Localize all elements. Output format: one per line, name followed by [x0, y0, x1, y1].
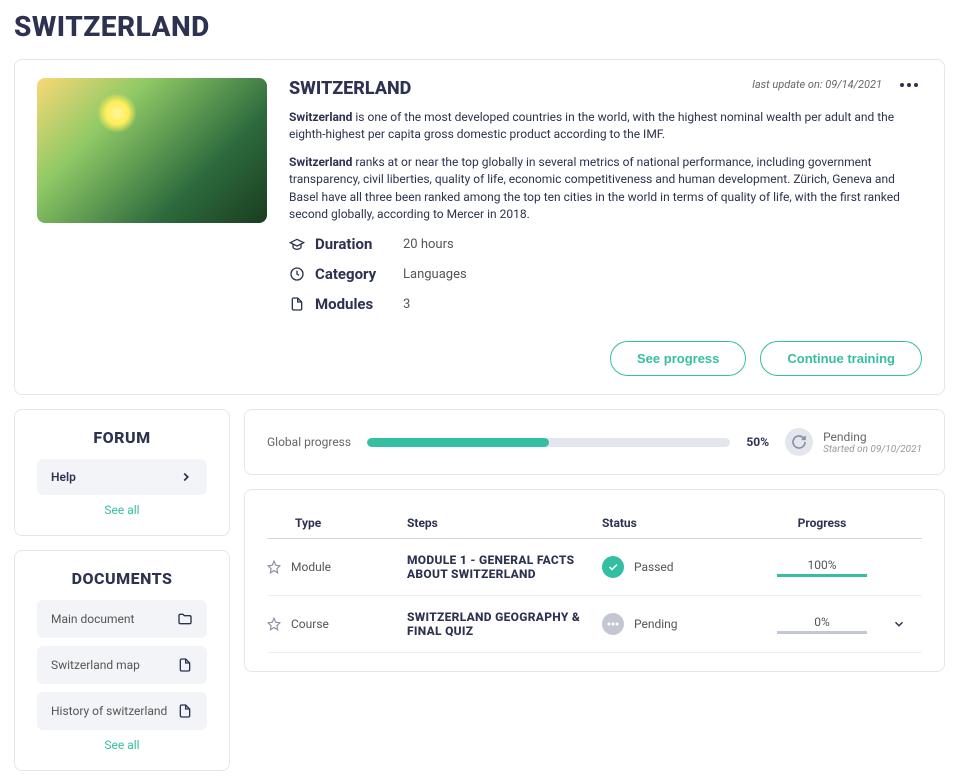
document-item[interactable]: Main document — [37, 600, 207, 638]
global-progress-label: Global progress — [267, 435, 351, 449]
star-icon[interactable] — [267, 560, 281, 574]
category-value: Languages — [403, 267, 467, 282]
col-type: Type — [267, 516, 407, 530]
documents-panel: DOCUMENTS Main document Switzerland map Hi… — [14, 550, 230, 771]
document-item[interactable]: History of switzerland — [37, 692, 207, 730]
file-icon — [289, 296, 305, 312]
row-progress-value: 100% — [807, 558, 836, 572]
col-steps: Steps — [407, 516, 602, 530]
category-label: Category — [315, 265, 393, 283]
forum-item-help[interactable]: Help — [37, 459, 207, 495]
folder-icon — [177, 611, 193, 627]
see-progress-button[interactable]: See progress — [610, 341, 746, 376]
status-badge — [602, 556, 624, 578]
document-label: Switzerland map — [51, 658, 140, 672]
forum-item-label: Help — [51, 470, 76, 484]
refresh-icon — [785, 428, 813, 456]
col-progress: Progress — [752, 516, 892, 530]
graduation-icon — [289, 236, 305, 252]
row-step: MODULE 1 - GENERAL FACTS ABOUT SWITZERLA… — [407, 553, 602, 581]
duration-value: 20 hours — [403, 237, 454, 252]
row-progress-bar — [777, 631, 867, 634]
row-progress-value: 0% — [814, 615, 830, 629]
document-item[interactable]: Switzerland map — [37, 646, 207, 684]
hero-description-2: Switzerland ranks at or near the top glo… — [289, 154, 922, 224]
expand-button[interactable] — [892, 617, 922, 631]
global-started: Started on 09/10/2021 — [823, 444, 922, 455]
col-status: Status — [602, 516, 752, 530]
global-progress-pct: 50% — [746, 435, 769, 449]
hero-title: SWITZERLAND — [289, 78, 411, 99]
modules-label: Modules — [315, 295, 393, 313]
forum-panel: FORUM Help See all — [14, 409, 230, 536]
star-icon[interactable] — [267, 617, 281, 631]
status-badge — [602, 613, 624, 635]
row-status: Passed — [634, 560, 674, 574]
hero-card: SWITZERLAND last update on: 09/14/2021 S… — [14, 59, 945, 395]
forum-title: FORUM — [37, 428, 207, 447]
table-row: Module MODULE 1 - GENERAL FACTS ABOUT SWI… — [267, 539, 922, 596]
row-status: Pending — [634, 617, 678, 631]
last-update: last update on: 09/14/2021 — [752, 78, 882, 91]
duration-label: Duration — [315, 235, 393, 253]
documents-title: DOCUMENTS — [37, 569, 207, 588]
document-label: History of switzerland — [51, 704, 167, 718]
global-progress-card: Global progress 50% Pending Started on 0… — [244, 409, 945, 475]
file-icon — [177, 703, 193, 719]
continue-training-button[interactable]: Continue training — [760, 341, 922, 376]
forum-see-all[interactable]: See all — [37, 503, 207, 517]
page-title: SWITZERLAND — [14, 10, 945, 43]
more-menu-button[interactable] — [896, 79, 922, 91]
row-type: Module — [291, 560, 331, 574]
document-label: Main document — [51, 612, 134, 626]
global-status: Pending — [823, 430, 922, 444]
modules-table-card: Type Steps Status Progress Module MODULE … — [244, 489, 945, 672]
row-progress-bar — [777, 574, 867, 577]
documents-see-all[interactable]: See all — [37, 738, 207, 752]
global-progress-fill — [367, 438, 549, 447]
row-type: Course — [291, 617, 329, 631]
hero-description-1: Switzerland is one of the most developed… — [289, 109, 922, 144]
table-row: Course SWITZERLAND GEOGRAPHY & FINAL QUIZ… — [267, 596, 922, 653]
hero-image — [37, 78, 267, 223]
file-icon — [177, 657, 193, 673]
row-step: SWITZERLAND GEOGRAPHY & FINAL QUIZ — [407, 610, 602, 638]
chevron-right-icon — [179, 470, 193, 484]
clock-icon — [289, 266, 305, 282]
global-progress-track — [367, 438, 730, 447]
modules-value: 3 — [403, 297, 410, 312]
